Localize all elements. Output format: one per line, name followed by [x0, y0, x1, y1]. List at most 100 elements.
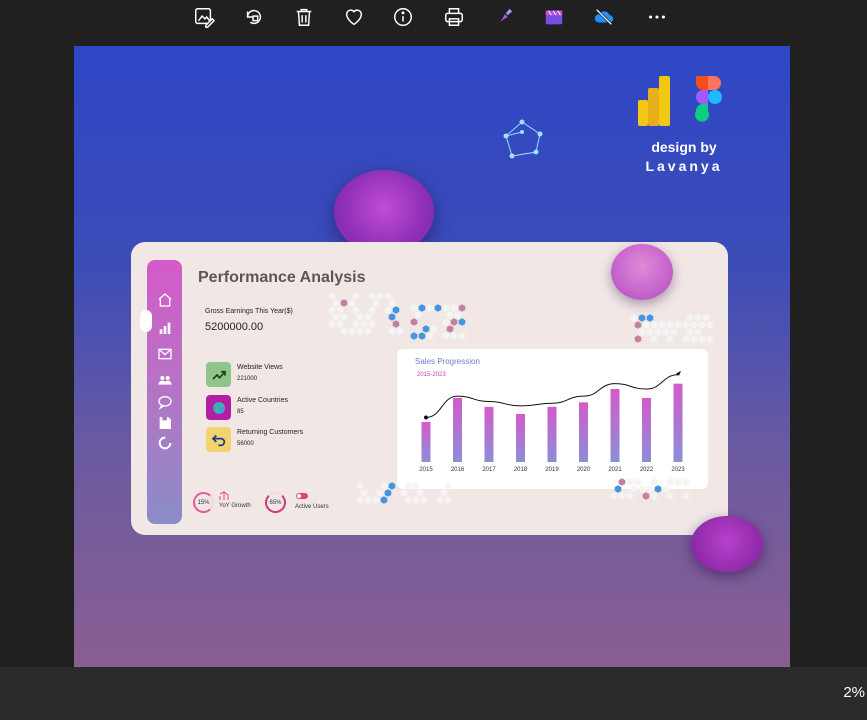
cloud-off-icon	[594, 8, 614, 26]
hexagon	[698, 335, 706, 343]
hexagon	[666, 321, 674, 329]
hexagon	[356, 496, 364, 504]
hexagon	[666, 492, 674, 500]
hexagon	[356, 327, 364, 335]
hexagon	[388, 482, 396, 490]
hexagon	[458, 332, 466, 340]
hexagon	[694, 314, 702, 322]
hexagon	[420, 496, 428, 504]
hexagon	[444, 482, 452, 490]
designer-button[interactable]	[491, 4, 517, 30]
hexagon	[630, 314, 638, 322]
hexagon	[416, 489, 424, 497]
hexagon	[376, 489, 384, 497]
hexagon	[618, 478, 626, 486]
hexagon	[384, 292, 392, 300]
hexagon	[434, 304, 442, 312]
hexagon	[630, 485, 638, 493]
hexagon	[674, 321, 682, 329]
printer-icon	[445, 8, 463, 26]
hexagon	[404, 496, 412, 504]
hexagon	[446, 311, 454, 319]
image-canvas: design by Lavanya Performance Analysis G…	[74, 46, 790, 667]
hexagon	[626, 492, 634, 500]
edit-image-icon	[195, 8, 215, 28]
hexagon-decoration	[328, 292, 714, 504]
hexagon	[340, 313, 348, 321]
hexagon	[388, 299, 396, 307]
hexagon	[642, 492, 650, 500]
hexagon	[658, 321, 666, 329]
decorative-orb	[611, 244, 673, 300]
hexagon	[384, 306, 392, 314]
hexagon	[352, 306, 360, 314]
hexagon	[388, 313, 396, 321]
hexagon	[650, 492, 658, 500]
hexagon	[396, 327, 404, 335]
hexagon	[442, 332, 450, 340]
hexagon	[372, 496, 380, 504]
edit-image-button[interactable]	[191, 4, 217, 30]
hexagon	[690, 335, 698, 343]
hexagon	[634, 478, 642, 486]
hexagon	[650, 335, 658, 343]
more-button[interactable]	[644, 4, 670, 30]
clipchamp-button[interactable]	[541, 4, 567, 30]
hexagon	[376, 292, 384, 300]
hexagon	[414, 311, 422, 319]
print-button[interactable]	[441, 4, 467, 30]
hexagon	[364, 313, 372, 321]
hexagon	[694, 328, 702, 336]
info-button[interactable]	[390, 4, 416, 30]
hexagon	[360, 489, 368, 497]
hexagon	[446, 325, 454, 333]
hexagon	[662, 328, 670, 336]
hexagon	[388, 327, 396, 335]
hexagon	[654, 485, 662, 493]
hexagon	[450, 304, 458, 312]
hexagon	[702, 314, 710, 322]
hexagon	[662, 485, 670, 493]
delete-button[interactable]	[291, 4, 317, 30]
heart-icon	[345, 9, 363, 26]
onedrive-button[interactable]	[591, 4, 617, 30]
hexagon	[682, 492, 690, 500]
hexagon	[690, 321, 698, 329]
hexagon	[422, 325, 430, 333]
hexagon	[348, 327, 356, 335]
hexagon	[328, 306, 336, 314]
zoom-level[interactable]: 2%	[843, 684, 865, 701]
hexagon	[332, 313, 340, 321]
hexagon	[442, 304, 450, 312]
hexagon	[412, 496, 420, 504]
hexagon	[458, 304, 466, 312]
rotate-button[interactable]	[241, 4, 267, 30]
hexagon	[426, 304, 434, 312]
ellipsis-icon	[649, 15, 665, 19]
hexagon	[458, 318, 466, 326]
hexagon	[646, 485, 654, 493]
hexagon	[392, 320, 400, 328]
trash-icon	[296, 8, 312, 26]
hexagon	[410, 318, 418, 326]
favorite-button[interactable]	[341, 4, 367, 30]
hexagon	[352, 320, 360, 328]
hexagon	[444, 496, 452, 504]
hexagon	[610, 492, 618, 500]
hexagon	[404, 482, 412, 490]
hexagon	[650, 321, 658, 329]
hexagon	[698, 321, 706, 329]
hexagon	[686, 314, 694, 322]
hexagon	[356, 482, 364, 490]
hexagon	[454, 311, 462, 319]
hexagon	[418, 304, 426, 312]
hexagon	[638, 485, 646, 493]
hexagon	[364, 327, 372, 335]
photo-viewer: design by Lavanya Performance Analysis G…	[0, 0, 867, 720]
hexagon	[614, 485, 622, 493]
hexagon	[368, 320, 376, 328]
hexagon	[368, 306, 376, 314]
hexagon	[340, 299, 348, 307]
hexagon	[442, 318, 450, 326]
top-toolbar	[0, 0, 867, 36]
